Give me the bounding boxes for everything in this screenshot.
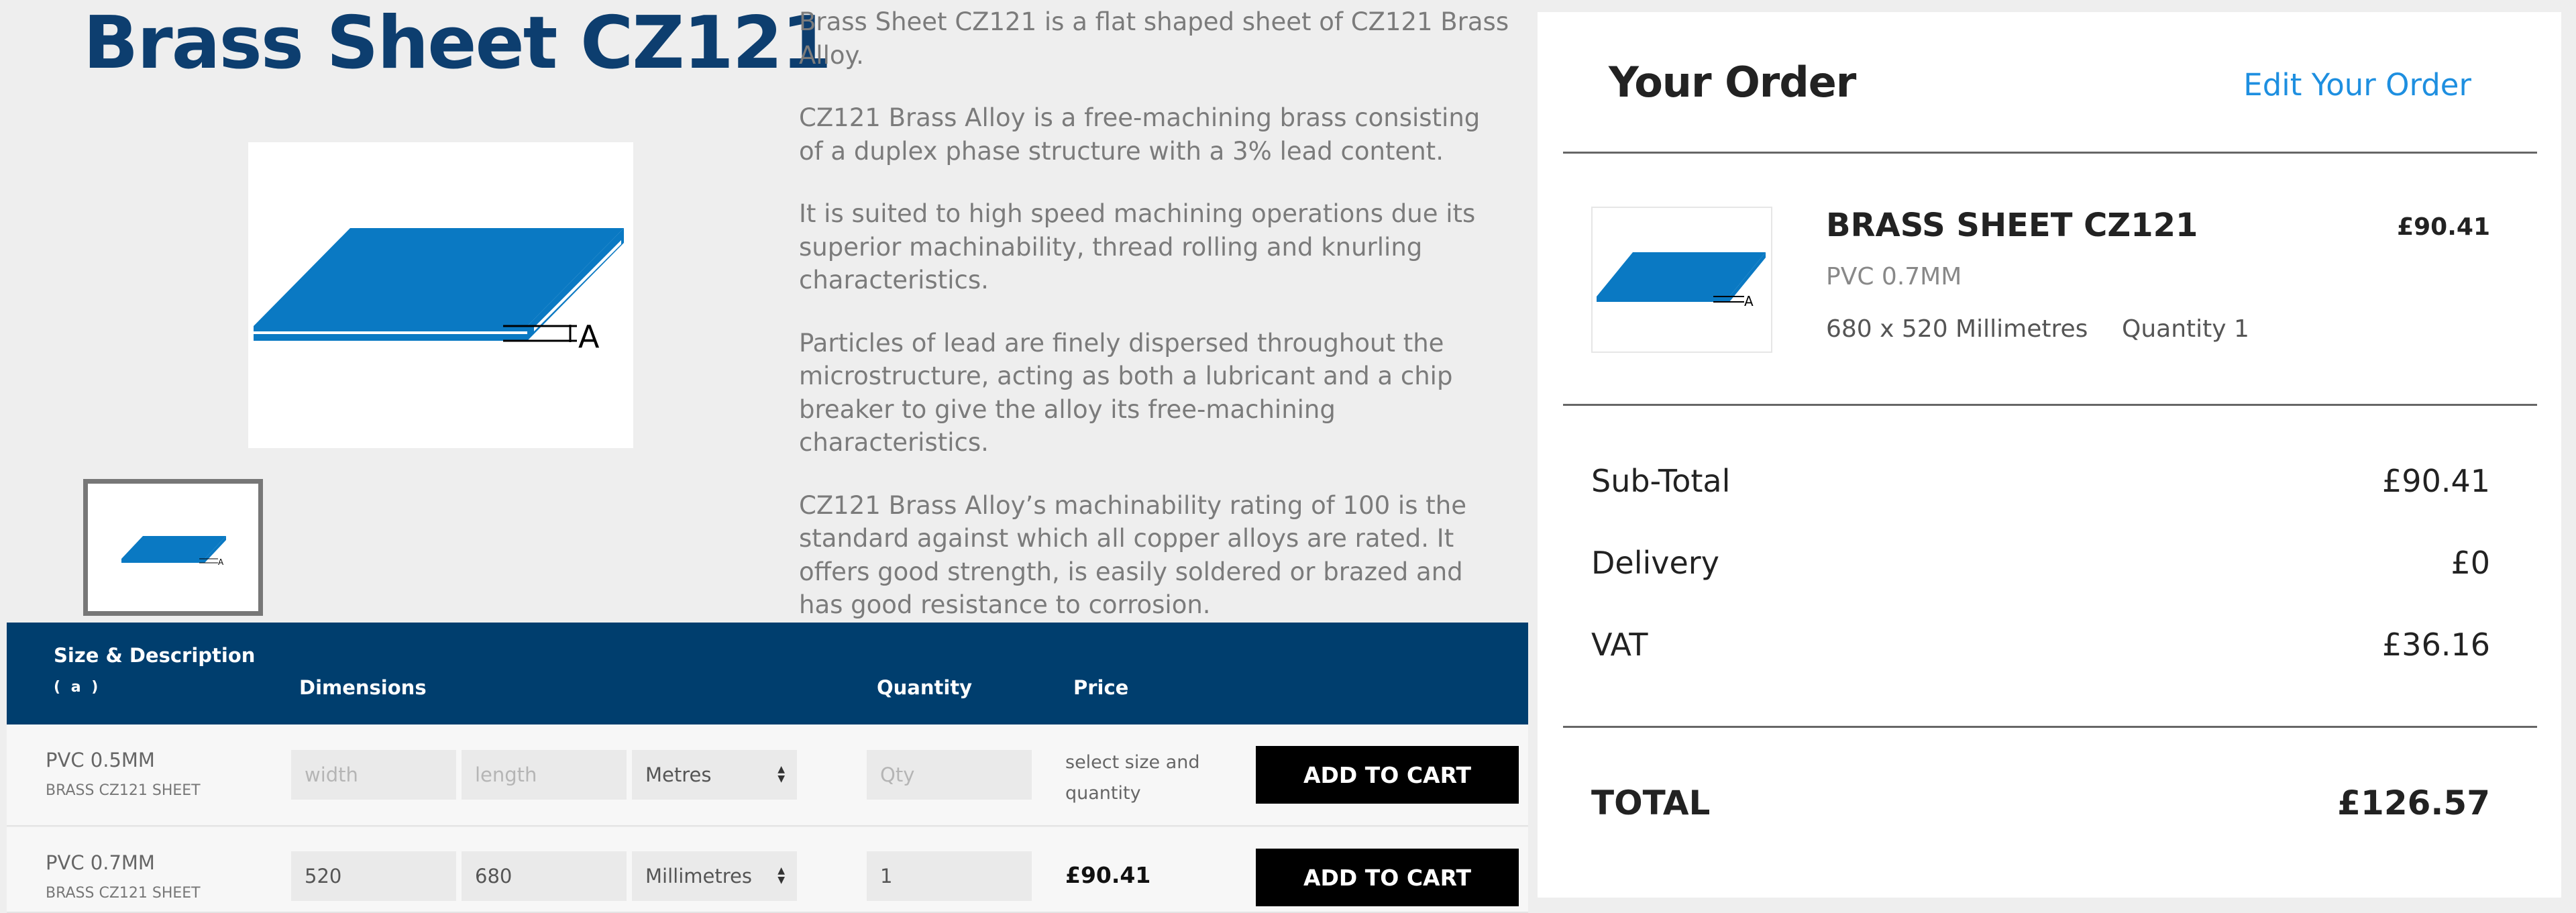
product-table-header: Size & Description ( a ) Dimensions Quan… bbox=[7, 623, 1528, 724]
product-description: Brass Sheet CZ121 is a flat shaped sheet… bbox=[799, 5, 1510, 651]
sheet-thumbnail-icon: A bbox=[121, 536, 226, 567]
description-paragraph: CZ121 Brass Alloy is a free-machining br… bbox=[799, 103, 1481, 166]
thumbnail-diagram-label: A bbox=[218, 557, 224, 567]
length-input[interactable] bbox=[462, 851, 627, 901]
header-quantity: Quantity bbox=[877, 676, 973, 699]
order-item-price: £90.41 bbox=[2397, 213, 2490, 241]
header-dimensions: Dimensions bbox=[299, 676, 427, 699]
unit-select-value: Metres bbox=[645, 763, 712, 786]
table-row: PVC 0.5MM BRASS CZ121 SHEET Metres ▲▼ se… bbox=[7, 724, 1528, 826]
divider bbox=[1563, 726, 2537, 728]
order-title: Your Order bbox=[1609, 58, 1856, 107]
total-value: £126.57 bbox=[2337, 784, 2490, 822]
product-main-image: A bbox=[248, 142, 633, 448]
add-to-cart-button[interactable]: ADD TO CART bbox=[1256, 746, 1519, 804]
order-summary-panel: Your Order Edit Your Order A BRASS SHEET… bbox=[1538, 12, 2561, 898]
description-paragraph: It is suited to high speed machining ope… bbox=[799, 199, 1476, 294]
row-size-description: BRASS CZ121 SHEET bbox=[46, 885, 201, 902]
subtotal-label: Sub-Total bbox=[1591, 463, 1731, 499]
quantity-input[interactable] bbox=[867, 750, 1032, 800]
order-item-quantity: Quantity 1 bbox=[2122, 315, 2249, 343]
diagram-label: A bbox=[578, 319, 600, 355]
total-label: TOTAL bbox=[1591, 784, 1711, 822]
width-input[interactable] bbox=[291, 750, 456, 800]
product-title: Brass Sheet CZ121 bbox=[83, 1, 832, 85]
header-price: Price bbox=[1073, 676, 1129, 699]
vat-value: £36.16 bbox=[2382, 627, 2490, 663]
sheet-dimension-diagram-icon: A bbox=[254, 228, 624, 355]
delivery-label: Delivery bbox=[1591, 545, 1719, 581]
unit-select-value: Millimetres bbox=[645, 865, 752, 888]
order-item-dimensions: 680 x 520 Millimetres bbox=[1826, 315, 2088, 343]
product-thumbnail[interactable]: A bbox=[83, 479, 263, 616]
divider bbox=[1563, 404, 2537, 406]
order-item-name: BRASS SHEET CZ121 bbox=[1826, 207, 2198, 244]
product-page: Brass Sheet CZ121 A A Brass Sheet CZ121 … bbox=[0, 0, 2576, 913]
add-to-cart-button[interactable]: ADD TO CART bbox=[1256, 849, 1519, 906]
price-note: select size and quantity bbox=[1065, 752, 1200, 804]
row-size-description: BRASS CZ121 SHEET bbox=[46, 782, 201, 799]
row-size-name: PVC 0.5MM bbox=[46, 749, 155, 771]
unit-select[interactable]: Millimetres ▲ ▼ bbox=[632, 851, 797, 901]
vat-label: VAT bbox=[1591, 627, 1648, 663]
divider bbox=[1563, 152, 2537, 154]
unit-select[interactable]: Metres ▲ ▼ bbox=[632, 750, 797, 800]
row-price: £90.41 bbox=[1065, 862, 1151, 888]
order-diagram-label: A bbox=[1744, 293, 1754, 309]
sheet-thumbnail-icon: A bbox=[1597, 252, 1766, 309]
select-arrows-icon: ▲ ▼ bbox=[777, 865, 785, 885]
header-size-sub: ( a ) bbox=[54, 679, 101, 696]
order-item-variant: PVC 0.7MM bbox=[1826, 263, 1962, 290]
description-paragraph: Brass Sheet CZ121 is a flat shaped sheet… bbox=[799, 7, 1509, 70]
length-input[interactable] bbox=[462, 750, 627, 800]
select-arrows-icon: ▲ ▼ bbox=[777, 764, 785, 784]
row-size-name: PVC 0.7MM bbox=[46, 851, 155, 874]
description-paragraph: CZ121 Brass Alloy’s machinability rating… bbox=[799, 490, 1466, 620]
delivery-value: £0 bbox=[2451, 545, 2490, 581]
description-paragraph: Particles of lead are finely dispersed t… bbox=[799, 328, 1453, 458]
table-row: PVC 0.7MM BRASS CZ121 SHEET Millimetres … bbox=[7, 827, 1528, 913]
width-input[interactable] bbox=[291, 851, 456, 901]
edit-order-link[interactable]: Edit Your Order bbox=[2243, 67, 2471, 103]
order-item-image: A bbox=[1591, 207, 1772, 353]
quantity-input[interactable] bbox=[867, 851, 1032, 901]
header-size: Size & Description bbox=[54, 644, 256, 667]
subtotal-value: £90.41 bbox=[2382, 463, 2490, 499]
